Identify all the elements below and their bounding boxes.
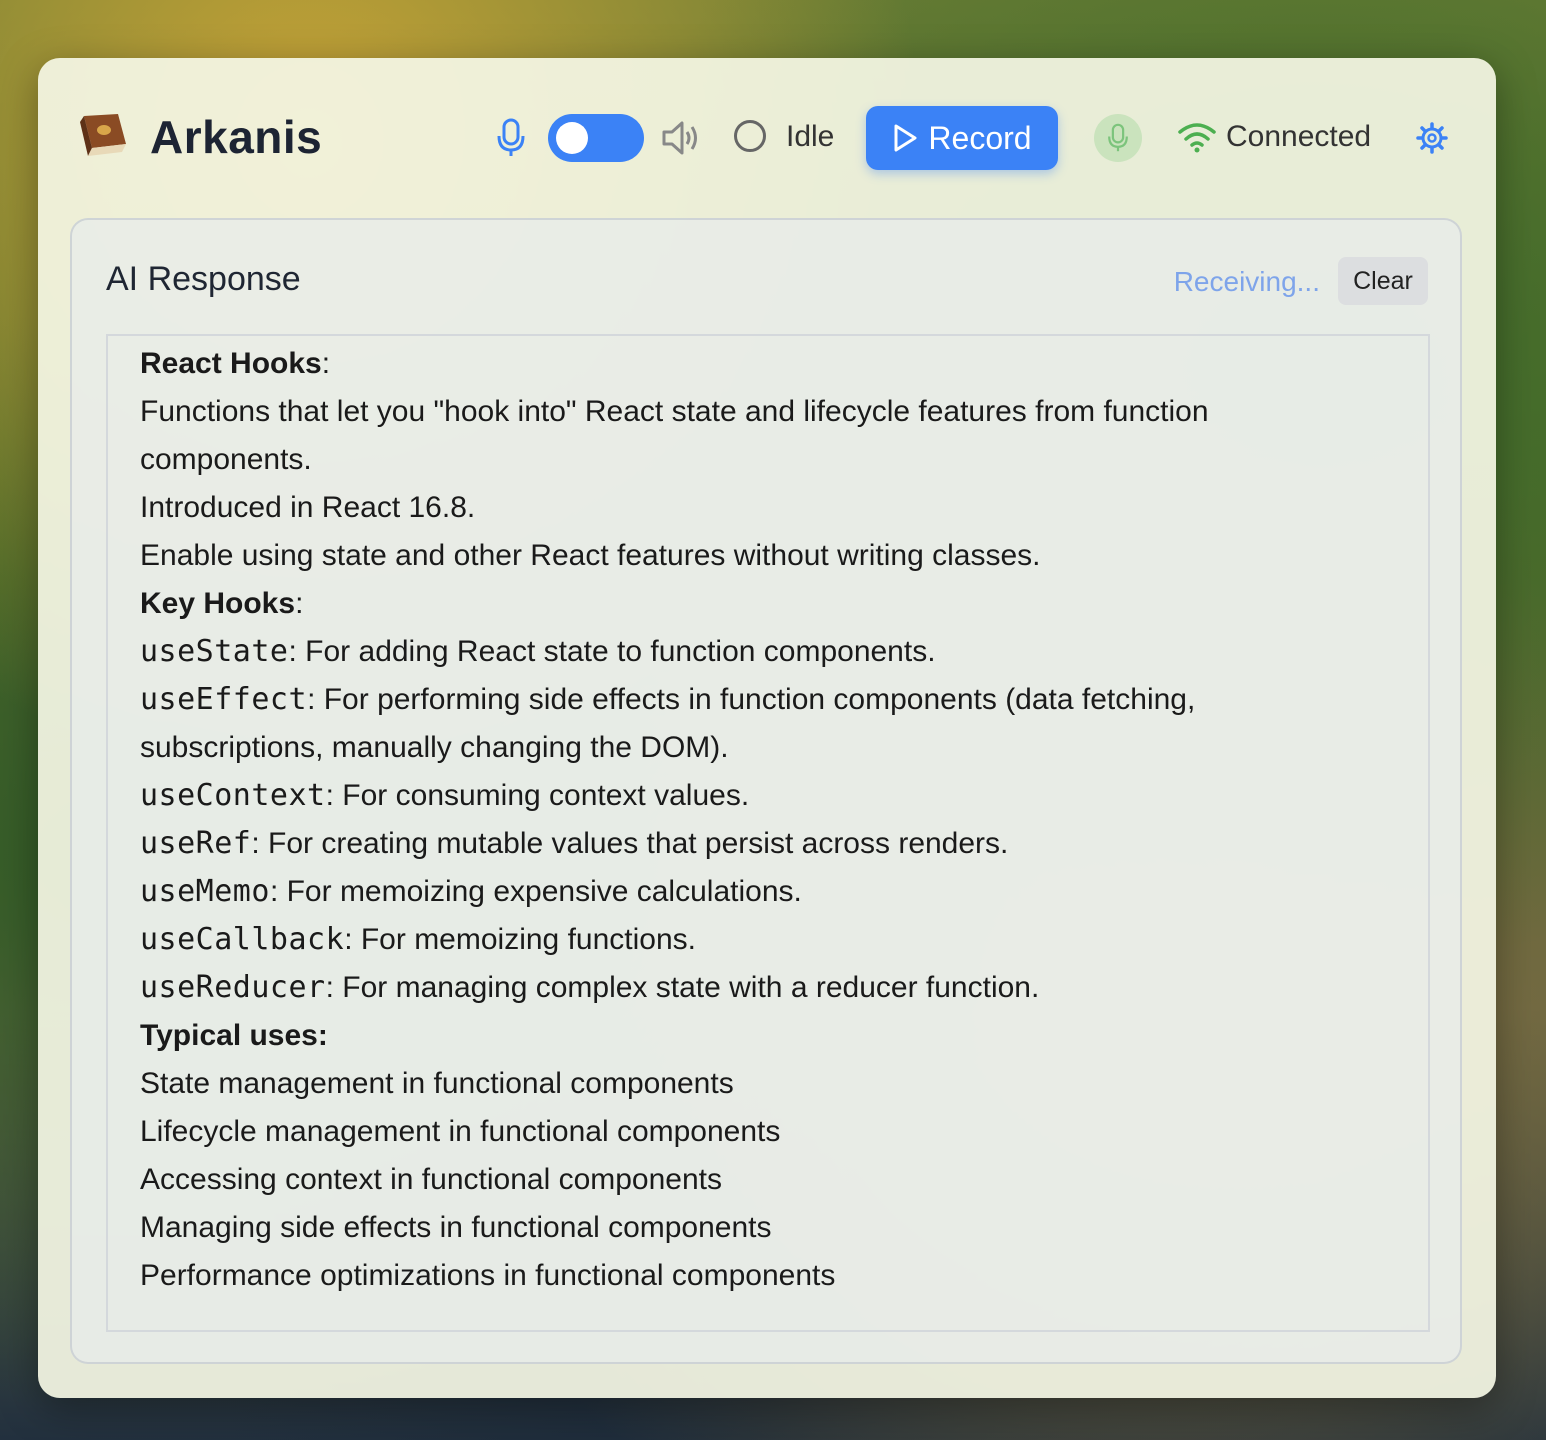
- toolbar: Arkanis Idle Record Connected: [38, 58, 1496, 218]
- gear-icon[interactable]: [1416, 122, 1448, 154]
- record-button[interactable]: Record: [866, 106, 1058, 170]
- typical-uses-heading: Typical uses:: [140, 1019, 328, 1052]
- hook-item: useState: For adding React state to func…: [140, 628, 1428, 676]
- typical-use-item: State management in functional component…: [140, 1067, 734, 1100]
- play-icon: [894, 124, 917, 152]
- hook-desc: : For consuming context values.: [325, 779, 750, 812]
- hook-item: useEffect: For performing side effects i…: [140, 676, 1320, 772]
- speaker-icon[interactable]: [660, 118, 700, 158]
- status-indicator-icon: [734, 120, 766, 152]
- hook-item: useCallback: For memoizing functions.: [140, 916, 1428, 964]
- hook-item: useContext: For consuming context values…: [140, 772, 1428, 820]
- book-logo-icon: [80, 114, 126, 156]
- wifi-icon: [1178, 123, 1216, 153]
- hook-desc: : For adding React state to function com…: [288, 635, 936, 668]
- mic-activity-indicator: [1094, 114, 1142, 162]
- connection-status: Connected: [1226, 120, 1372, 153]
- microphone-active-icon: [1108, 123, 1128, 152]
- hook-item: useMemo: For memoizing expensive calcula…: [140, 868, 1428, 916]
- microphone-icon[interactable]: [496, 118, 526, 158]
- hook-name: useEffect: [140, 682, 308, 717]
- hook-item: useRef: For creating mutable values that…: [140, 820, 1428, 868]
- hook-name: useContext: [140, 778, 326, 813]
- typical-use-item: Accessing context in functional componen…: [140, 1163, 722, 1196]
- receiving-status: Receiving...: [1173, 266, 1320, 297]
- hook-name: useCallback: [140, 922, 345, 957]
- key-hooks-heading: Key Hooks: [140, 587, 296, 620]
- app-name: Arkanis: [150, 111, 323, 163]
- typical-use-item: Lifecycle management in functional compo…: [140, 1115, 781, 1148]
- typical-uses-heading-line: Typical uses:: [140, 1012, 1428, 1060]
- hook-desc: : For memoizing expensive calculations.: [269, 875, 802, 908]
- hook-name: useReducer: [140, 970, 326, 1005]
- typical-use-item: Managing side effects in functional comp…: [140, 1211, 772, 1244]
- ai-response-panel: AI Response Receiving... Clear React Hoo…: [70, 218, 1462, 1364]
- mic-speaker-toggle[interactable]: [548, 114, 644, 162]
- hook-item: useReducer: For managing complex state w…: [140, 964, 1428, 1012]
- response-content[interactable]: React Hooks: Functions that let you "hoo…: [106, 334, 1430, 1332]
- intro-line: Enable using state and other React featu…: [140, 539, 1041, 572]
- hook-desc: : For managing complex state with a redu…: [325, 971, 1040, 1004]
- status-text: Idle: [786, 120, 835, 153]
- hook-desc: : For memoizing functions.: [344, 923, 696, 956]
- hook-desc: : For creating mutable values that persi…: [251, 827, 1009, 860]
- key-hooks-heading-line: Key Hooks:: [140, 587, 304, 620]
- react-hooks-heading-line: React Hooks:: [140, 347, 331, 380]
- react-hooks-heading: React Hooks: [140, 347, 322, 380]
- toggle-knob: [556, 122, 588, 154]
- intro-line: Functions that let you "hook into" React…: [140, 395, 1209, 476]
- panel-title: AI Response: [106, 260, 301, 298]
- hook-name: useState: [140, 634, 289, 669]
- hook-name: useMemo: [140, 874, 270, 909]
- record-label: Record: [928, 119, 1032, 156]
- clear-button[interactable]: Clear: [1338, 257, 1428, 305]
- hook-name: useRef: [140, 826, 252, 861]
- app-window: Arkanis Idle Record Connected AI Respons…: [38, 58, 1496, 1398]
- typical-use-item: Performance optimizations in functional …: [140, 1259, 836, 1292]
- intro-line: Introduced in React 16.8.: [140, 491, 476, 524]
